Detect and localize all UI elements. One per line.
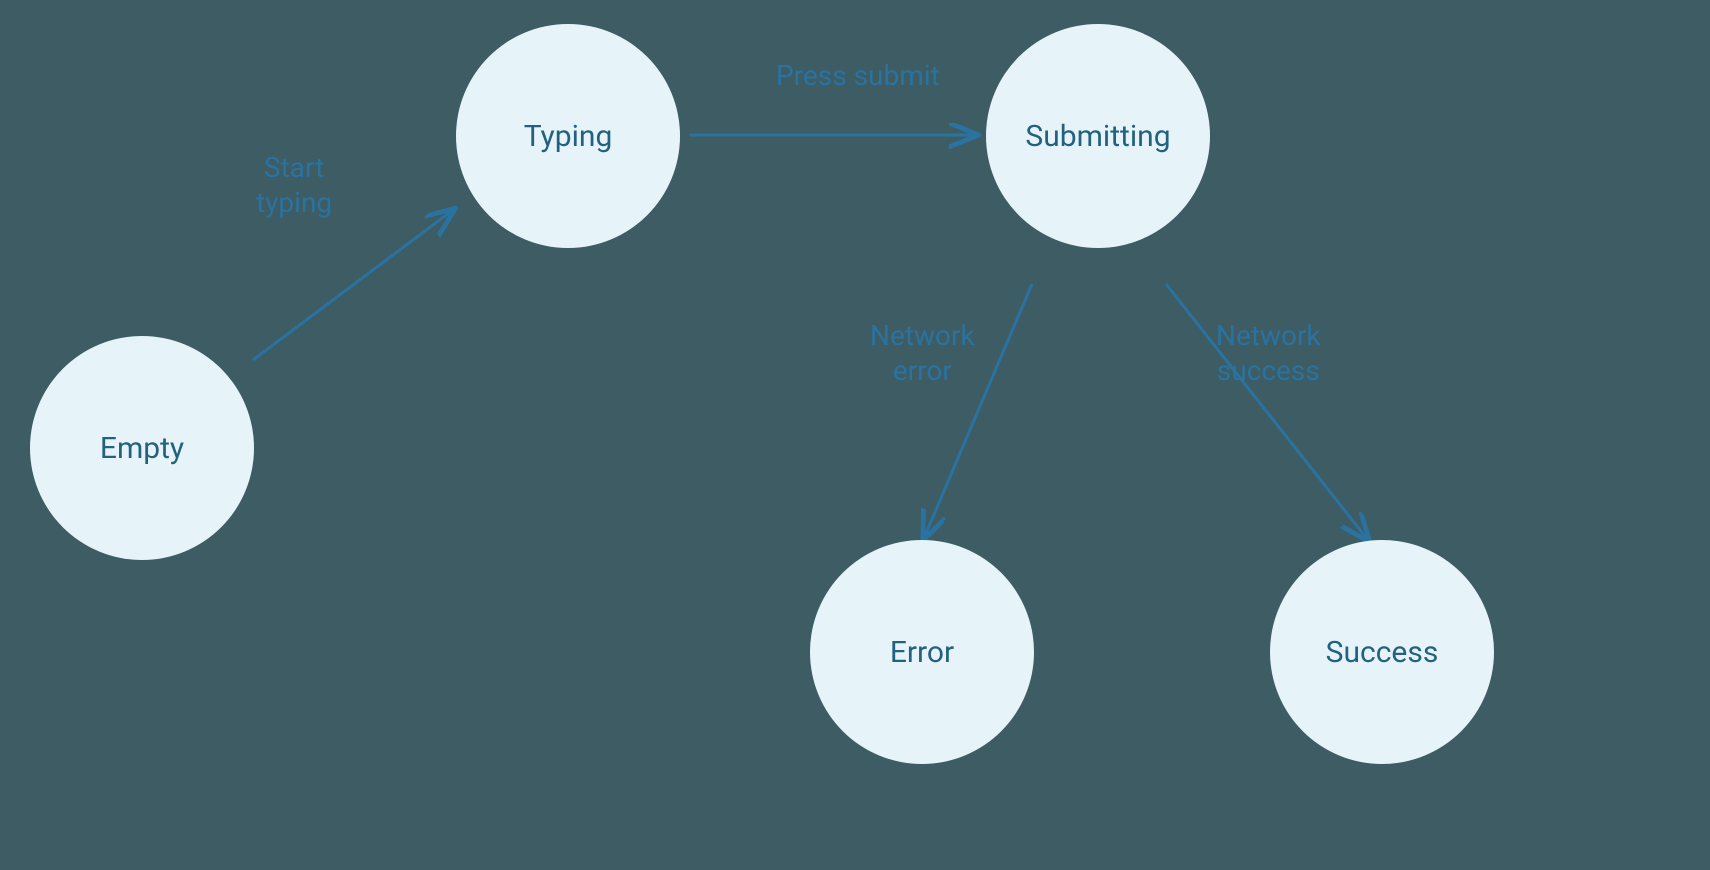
- state-node-error: Error: [810, 540, 1034, 764]
- state-label: Success: [1326, 635, 1439, 670]
- edge-label-network-error: Network error: [870, 318, 975, 388]
- state-diagram: Empty Typing Submitting Error Success St…: [0, 0, 1710, 870]
- state-label: Error: [890, 635, 954, 670]
- state-label: Empty: [100, 431, 184, 466]
- state-node-submitting: Submitting: [986, 24, 1210, 248]
- state-node-typing: Typing: [456, 24, 680, 248]
- state-node-success: Success: [1270, 540, 1494, 764]
- edge-label-press-submit: Press submit: [776, 58, 940, 93]
- state-label: Submitting: [1025, 119, 1170, 154]
- state-node-empty: Empty: [30, 336, 254, 560]
- edge-label-network-success: Network success: [1216, 318, 1321, 388]
- state-label: Typing: [524, 119, 613, 154]
- edge-start-typing: [253, 210, 453, 360]
- edge-label-start-typing: Start typing: [256, 150, 332, 220]
